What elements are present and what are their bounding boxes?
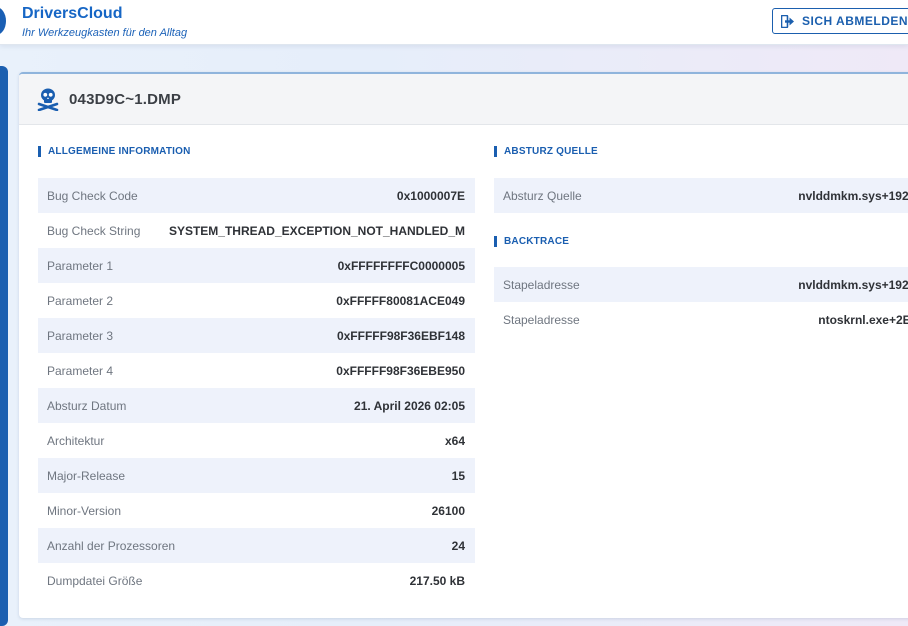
table-row: Parameter 2 0xFFFFF80081ACE049 <box>38 283 475 318</box>
row-value: 0xFFFFF80081ACE049 <box>336 293 465 308</box>
row-value: 0xFFFFFFFFC0000005 <box>337 258 465 273</box>
table-row: Bug Check String SYSTEM_THREAD_EXCEPTION_… <box>38 213 475 248</box>
row-label: Anzahl der Prozessoren <box>47 538 176 553</box>
card-header: 043D9C~1.DMP <box>19 74 908 125</box>
row-value: 26100 <box>431 503 465 518</box>
row-label: Absturz Datum <box>47 398 127 413</box>
backtrace-table: Stapeladresse nvlddmkm.sys+192B3 Stapelad… <box>494 267 908 337</box>
app-header: DriversCloud Ihr Werkzeugkasten für den … <box>0 0 908 45</box>
table-row: Parameter 3 0xFFFFF98F36EBF148 <box>38 318 475 353</box>
logout-button[interactable]: SICH ABMELDEN <box>772 8 908 34</box>
table-row: Stapeladresse nvlddmkm.sys+192B3 <box>494 267 908 302</box>
row-value: 0xFFFFF98F36EBE950 <box>336 363 465 378</box>
skull-crossbones-icon <box>37 88 59 111</box>
row-label: Stapeladresse <box>503 312 580 327</box>
dump-details-card: 043D9C~1.DMP ALLGEMEINE INFORMATION Bug … <box>19 72 908 618</box>
row-value: 24 <box>451 538 465 553</box>
row-value: 0x1000007E <box>396 188 465 203</box>
section-title-crash-source: ABSTURZ QUELLE <box>494 146 598 157</box>
section-title-backtrace: BACKTRACE <box>494 236 569 247</box>
row-value: 15 <box>451 468 465 483</box>
table-row: Anzahl der Prozessoren 24 <box>38 528 475 563</box>
row-value: nvlddmkm.sys+192B3 <box>798 277 908 292</box>
row-value: x64 <box>444 433 465 448</box>
dump-file-title: 043D9C~1.DMP <box>69 91 182 108</box>
table-row: Minor-Version 26100 <box>38 493 475 528</box>
table-row: Architektur x64 <box>38 423 475 458</box>
row-label: Major-Release <box>47 468 126 483</box>
table-row: Major-Release 15 <box>38 458 475 493</box>
row-label: Stapeladresse <box>503 277 580 292</box>
brand-logo[interactable] <box>0 7 6 35</box>
row-label: Parameter 1 <box>47 258 114 273</box>
sidebar-edge[interactable] <box>0 66 8 626</box>
row-label: Absturz Quelle <box>503 188 582 203</box>
row-label: Minor-Version <box>47 503 122 518</box>
row-label: Parameter 4 <box>47 363 114 378</box>
general-info-table: Bug Check Code 0x1000007E Bug Check Strin… <box>38 178 475 598</box>
sign-out-icon <box>781 14 794 28</box>
table-row: Parameter 4 0xFFFFF98F36EBE950 <box>38 353 475 388</box>
section-title-general: ALLGEMEINE INFORMATION <box>38 146 191 157</box>
row-label: Dumpdatei Größe <box>47 573 143 588</box>
row-value: 0xFFFFF98F36EBF148 <box>336 328 465 343</box>
logout-label: SICH ABMELDEN <box>802 14 908 28</box>
row-label: Parameter 2 <box>47 293 114 308</box>
table-row: Absturz Datum 21. April 2026 02:05 <box>38 388 475 423</box>
brand-title[interactable]: DriversCloud <box>22 5 122 23</box>
row-value: 217.50 kB <box>409 573 465 588</box>
table-row: Bug Check Code 0x1000007E <box>38 178 475 213</box>
brand-subtitle: Ihr Werkzeugkasten für den Alltag <box>22 27 188 39</box>
crash-source-table: Absturz Quelle nvlddmkm.sys+192B3 <box>494 178 908 213</box>
row-value: ntoskrnl.exe+2E80 <box>818 312 908 327</box>
table-row: Absturz Quelle nvlddmkm.sys+192B3 <box>494 178 908 213</box>
row-value: nvlddmkm.sys+192B3 <box>798 188 908 203</box>
table-row: Parameter 1 0xFFFFFFFFC0000005 <box>38 248 475 283</box>
row-label: Parameter 3 <box>47 328 114 343</box>
row-label: Bug Check Code <box>47 188 138 203</box>
table-row: Dumpdatei Größe 217.50 kB <box>38 563 475 598</box>
row-value: SYSTEM_THREAD_EXCEPTION_NOT_HANDLED_M <box>168 223 465 238</box>
table-row: Stapeladresse ntoskrnl.exe+2E80 <box>494 302 908 337</box>
row-label: Bug Check String <box>47 223 141 238</box>
row-value: 21. April 2026 02:05 <box>354 398 465 413</box>
row-label: Architektur <box>47 433 105 448</box>
